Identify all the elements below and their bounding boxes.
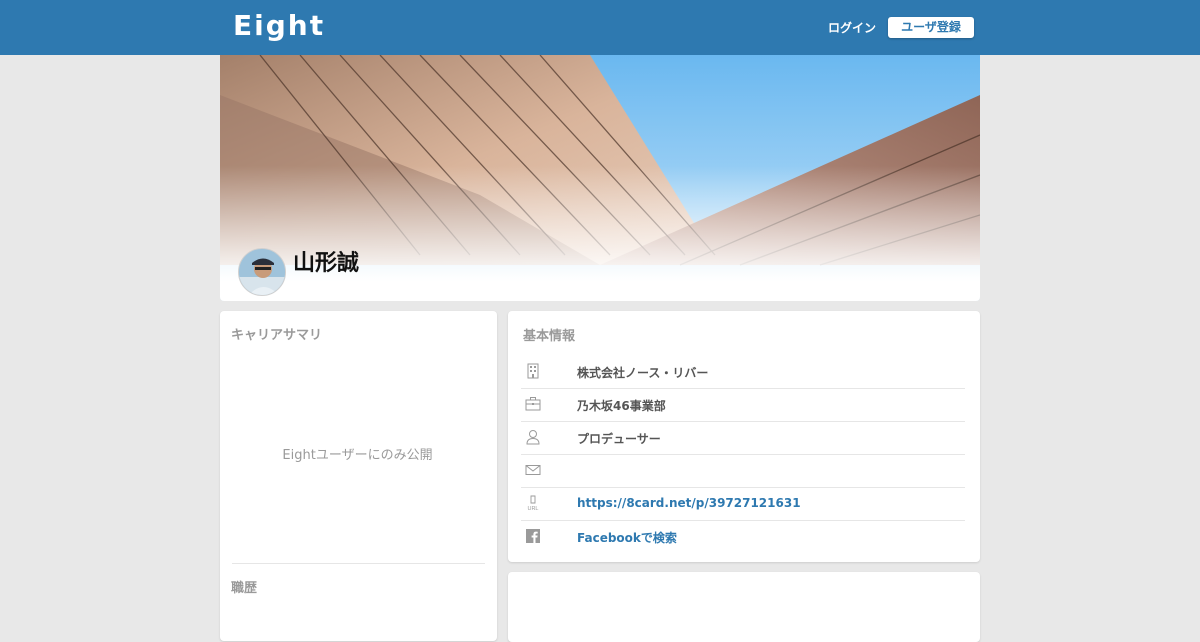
facebook-row: Facebookで検索 xyxy=(521,520,965,553)
top-bar: Eight ログイン ユーザ登録 xyxy=(0,0,1200,55)
url-row: URL https://8card.net/p/39727121631 xyxy=(521,487,965,521)
avatar xyxy=(238,248,286,296)
email-row xyxy=(521,454,965,488)
basic-info-title: 基本情報 xyxy=(523,329,576,344)
position-row: プロデューサー xyxy=(521,421,965,455)
profile-url-link[interactable]: https://8card.net/p/39727121631 xyxy=(577,496,801,510)
basic-info-card: 基本情報 株式会社ノース・リバー 乃木坂46事業部 プロデューサー URL ht… xyxy=(508,311,980,562)
eight-logo[interactable]: Eight xyxy=(233,9,325,42)
restricted-notice: Eightユーザーにのみ公開 xyxy=(282,448,433,463)
work-history-title: 職歴 xyxy=(231,581,258,596)
position-title: プロデューサー xyxy=(577,432,661,446)
department-name: 乃木坂46事業部 xyxy=(577,399,666,413)
building-icon xyxy=(527,363,539,379)
facebook-search-link[interactable]: Facebookで検索 xyxy=(577,529,677,546)
person-icon xyxy=(526,430,540,445)
url-icon: URL xyxy=(527,495,539,511)
secondary-card xyxy=(508,572,980,642)
briefcase-icon xyxy=(525,397,541,411)
profile-cover: 山形誠 xyxy=(220,55,980,301)
svg-text:URL: URL xyxy=(527,506,538,511)
register-button[interactable]: ユーザ登録 xyxy=(888,17,974,38)
login-link[interactable]: ログイン xyxy=(828,19,876,36)
career-summary-title: キャリアサマリ xyxy=(231,328,323,343)
company-name: 株式会社ノース・リバー xyxy=(577,366,709,380)
avatar-image xyxy=(239,249,285,295)
company-row: 株式会社ノース・リバー xyxy=(521,355,965,389)
career-summary-card: キャリアサマリ Eightユーザーにのみ公開 職歴 xyxy=(220,311,497,641)
profile-name: 山形誠 xyxy=(293,251,360,276)
mail-icon xyxy=(525,465,541,475)
department-row: 乃木坂46事業部 xyxy=(521,388,965,422)
section-divider xyxy=(232,563,485,564)
facebook-icon xyxy=(526,529,540,543)
